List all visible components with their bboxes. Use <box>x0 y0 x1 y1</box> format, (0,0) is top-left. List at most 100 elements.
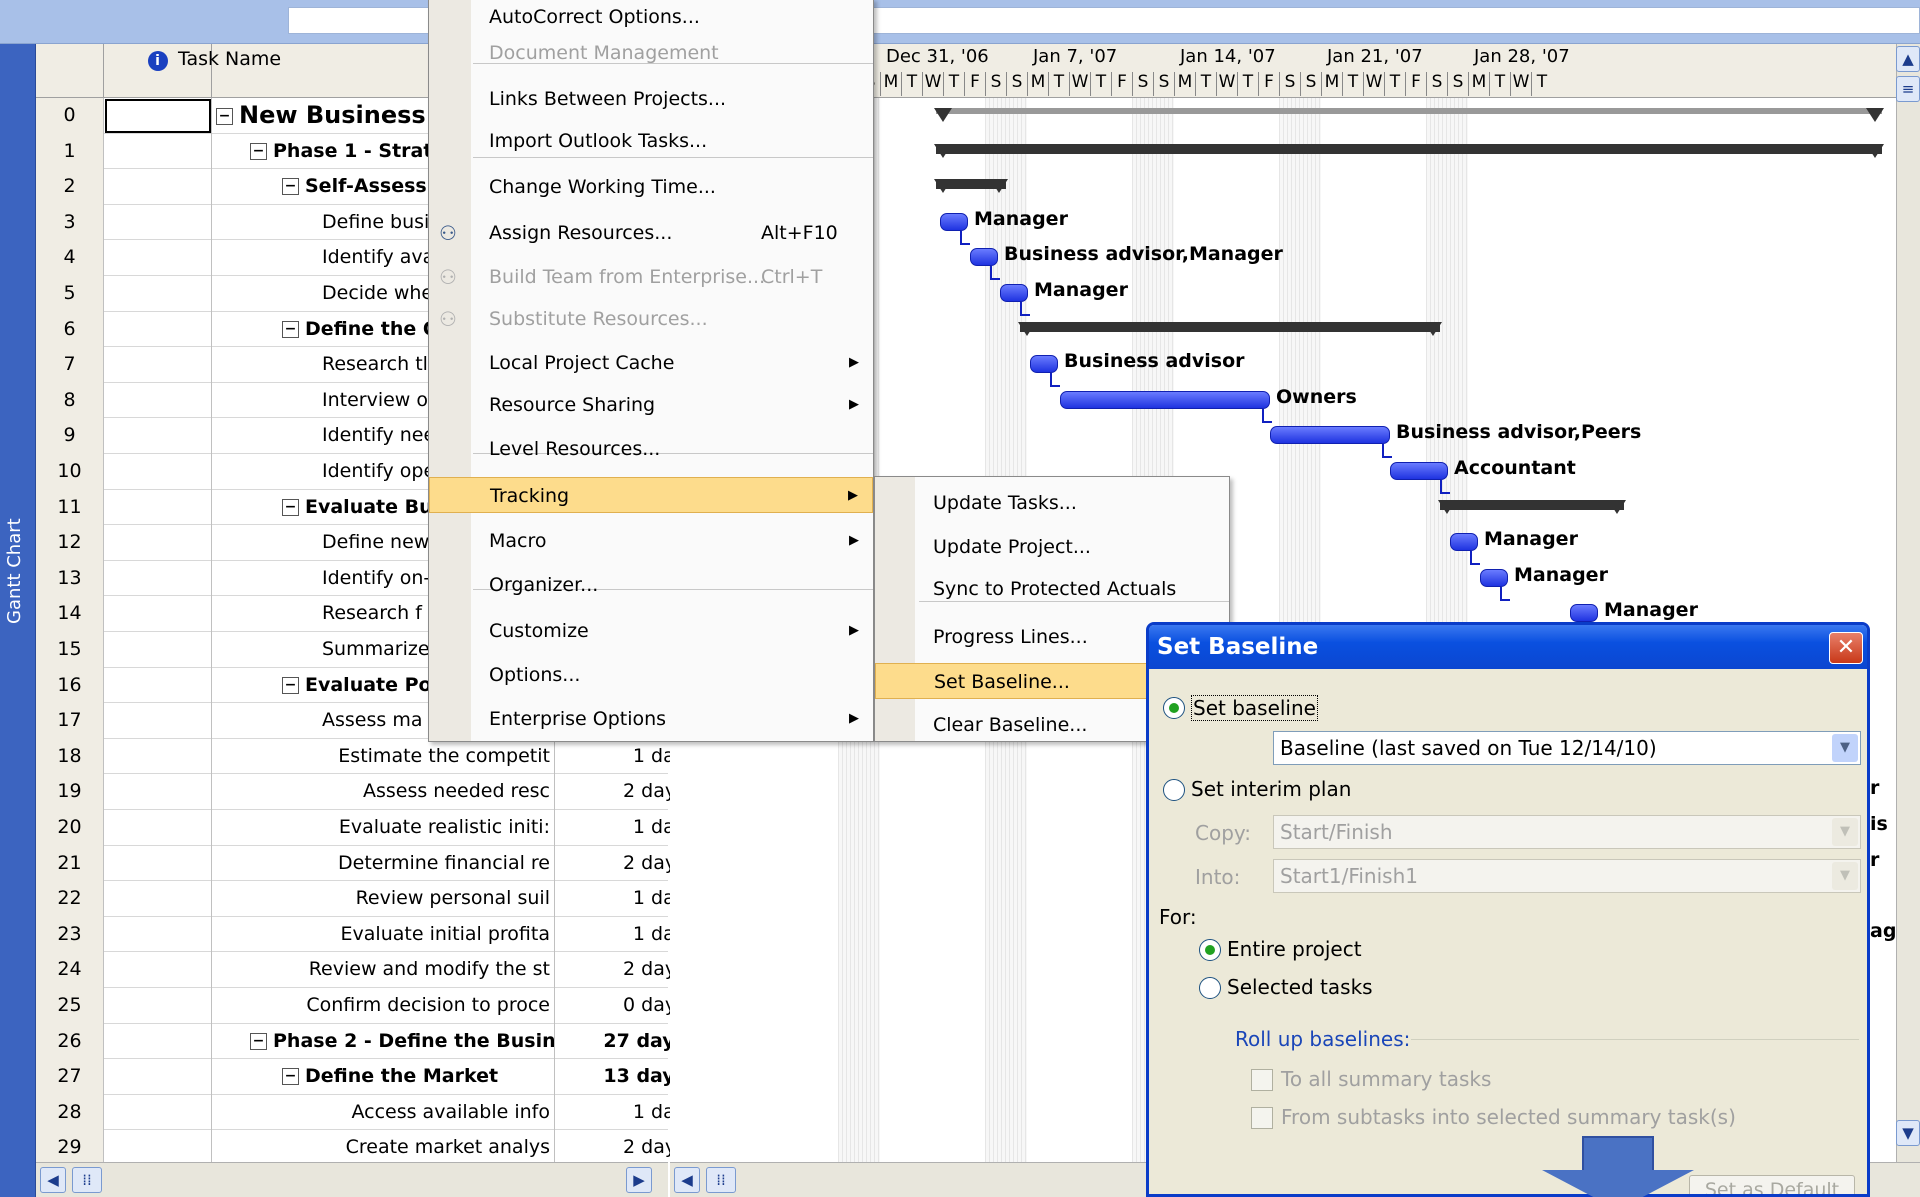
row-indicators[interactable] <box>104 667 212 704</box>
table-row[interactable]: 27− Define the Market 13 days <box>36 1059 695 1095</box>
task-name-cell[interactable]: Evaluate initial profita <box>212 916 555 953</box>
chart-vertical-scrollbar[interactable]: ▲ ≡ ▼ <box>1896 44 1920 1162</box>
row-indicators[interactable] <box>104 988 212 1024</box>
menu-item-import-outlook-tasks[interactable]: Import Outlook Tasks... <box>429 123 873 159</box>
row-indicators[interactable] <box>104 738 212 775</box>
task-bar[interactable] <box>1480 568 1508 587</box>
row-id[interactable]: 25 <box>36 988 104 1024</box>
row-id[interactable]: 13 <box>36 560 104 597</box>
row-indicators[interactable] <box>104 881 212 917</box>
close-icon[interactable]: ✕ <box>1829 632 1863 664</box>
collapse-icon[interactable]: − <box>282 676 299 694</box>
row-indicators[interactable] <box>104 596 212 632</box>
from-subtasks-checkbox[interactable] <box>1251 1107 1273 1129</box>
task-name-cell[interactable]: − Define the Market <box>212 1059 555 1095</box>
set-as-default-button[interactable]: Set as Default <box>1689 1175 1855 1194</box>
task-bar[interactable] <box>940 212 968 231</box>
submenu-item-update-tasks[interactable]: Update Tasks... <box>875 485 1229 521</box>
task-name-cell[interactable]: Create market analys <box>212 1130 555 1166</box>
row-id[interactable]: 11 <box>36 489 104 526</box>
task-name-cell[interactable]: Assess needed resc <box>212 774 555 810</box>
vscroll-thumb[interactable]: ≡ <box>1896 76 1920 102</box>
row-id[interactable]: 21 <box>36 845 104 882</box>
row-indicators[interactable] <box>104 133 212 170</box>
entire-project-radio[interactable] <box>1199 939 1221 961</box>
view-bar[interactable]: Gantt Chart <box>0 44 36 1197</box>
collapse-icon[interactable]: − <box>216 107 233 125</box>
task-bar[interactable] <box>1390 462 1448 480</box>
set-baseline-radio[interactable] <box>1163 697 1185 719</box>
chart-scroll-left-icon[interactable]: ◀ <box>674 1167 700 1193</box>
row-id[interactable]: 26 <box>36 1023 104 1060</box>
table-row[interactable]: 29 Create market analys 2 days <box>36 1130 695 1166</box>
row-id[interactable]: 3 <box>36 204 104 241</box>
row-indicators[interactable] <box>104 311 212 348</box>
menu-item-options[interactable]: Options... <box>429 657 873 693</box>
row-indicators[interactable] <box>104 774 212 810</box>
table-row[interactable]: 28 Access available info 1 day <box>36 1094 695 1131</box>
row-id[interactable]: 23 <box>36 916 104 953</box>
menu-item-document-management[interactable]: Document Management <box>429 35 873 71</box>
row-indicators[interactable] <box>104 1130 212 1166</box>
row-indicators[interactable] <box>104 525 212 561</box>
menu-item-macro[interactable]: Macro ▶ <box>429 523 873 559</box>
row-id[interactable]: 12 <box>36 525 104 561</box>
task-name-cell[interactable]: Access available info <box>212 1094 555 1131</box>
collapse-icon[interactable]: − <box>282 1068 299 1086</box>
summary-bar[interactable] <box>1438 499 1626 514</box>
menu-item-autocorrect-options[interactable]: AutoCorrect Options... <box>429 0 873 35</box>
collapse-icon[interactable]: − <box>250 142 267 160</box>
collapse-icon[interactable]: − <box>282 320 299 338</box>
row-indicators[interactable] <box>104 845 212 882</box>
row-indicators[interactable] <box>104 276 212 312</box>
summary-bar[interactable] <box>934 179 1008 194</box>
row-indicators[interactable] <box>104 632 212 668</box>
baseline-select[interactable]: Baseline (last saved on Tue 12/14/10) ▼ <box>1273 731 1861 765</box>
row-id[interactable]: 5 <box>36 276 104 312</box>
task-name-cell[interactable]: Determine financial re <box>212 845 555 882</box>
row-indicators[interactable] <box>104 810 212 846</box>
collapse-icon[interactable]: − <box>250 1032 267 1050</box>
row-indicators[interactable] <box>104 1059 212 1095</box>
copy-select[interactable]: Start/Finish ▼ <box>1273 815 1861 849</box>
set-interim-plan-radio[interactable] <box>1163 779 1185 801</box>
row-indicators[interactable] <box>104 703 212 739</box>
collapse-icon[interactable]: − <box>282 178 299 196</box>
row-indicators[interactable] <box>104 952 212 988</box>
scroll-down-icon[interactable]: ▼ <box>1896 1120 1920 1146</box>
row-id[interactable]: 0 <box>36 98 104 134</box>
table-row[interactable]: 21 Determine financial re 2 days <box>36 845 695 882</box>
menu-item-substitute-resources[interactable]: ⚇ Substitute Resources... <box>429 301 873 337</box>
table-row[interactable]: 26− Phase 2 - Define the Busin 27 days <box>36 1023 695 1060</box>
scroll-left-icon[interactable]: ◀ <box>40 1167 66 1193</box>
set-interim-plan-label[interactable]: Set interim plan <box>1191 777 1351 801</box>
menu-item-customize[interactable]: Customize ▶ <box>429 613 873 649</box>
task-name-cell[interactable]: Review and modify the st <box>212 952 555 988</box>
task-bar[interactable] <box>1060 390 1270 409</box>
row-id[interactable]: 6 <box>36 311 104 348</box>
row-indicators[interactable] <box>104 169 212 205</box>
task-bar[interactable] <box>1000 284 1028 302</box>
summary-bar[interactable] <box>934 108 1884 122</box>
row-indicators[interactable] <box>104 1094 212 1131</box>
task-bar[interactable] <box>1030 355 1058 374</box>
into-select[interactable]: Start1/Finish1 ▼ <box>1273 859 1861 893</box>
selected-tasks-label[interactable]: Selected tasks <box>1227 975 1373 999</box>
row-id[interactable]: 9 <box>36 418 104 454</box>
table-row[interactable]: 25 Confirm decision to proce 0 days <box>36 988 695 1024</box>
task-name-cell[interactable]: Evaluate realistic initi: <box>212 810 555 846</box>
summary-bar[interactable] <box>934 143 1884 158</box>
row-id[interactable]: 10 <box>36 454 104 490</box>
chevron-down-icon[interactable]: ▼ <box>1832 734 1858 762</box>
scroll-thumb[interactable]: ⁞⁞ <box>72 1167 102 1193</box>
menu-item-level-resources[interactable]: Level Resources... <box>429 431 873 467</box>
header-id[interactable] <box>36 44 104 98</box>
row-indicators[interactable] <box>104 560 212 597</box>
task-name-cell[interactable]: Confirm decision to proce <box>212 988 555 1024</box>
menu-item-enterprise-options[interactable]: Enterprise Options ▶ <box>429 701 873 737</box>
submenu-item-sync-to-protected-actuals[interactable]: Sync to Protected Actuals <box>875 571 1229 607</box>
row-id[interactable]: 1 <box>36 133 104 170</box>
menu-item-build-team-from-enterprise[interactable]: ⚇ Build Team from Enterprise... Ctrl+T <box>429 259 873 295</box>
row-id[interactable]: 8 <box>36 382 104 419</box>
entire-project-label[interactable]: Entire project <box>1227 937 1362 961</box>
